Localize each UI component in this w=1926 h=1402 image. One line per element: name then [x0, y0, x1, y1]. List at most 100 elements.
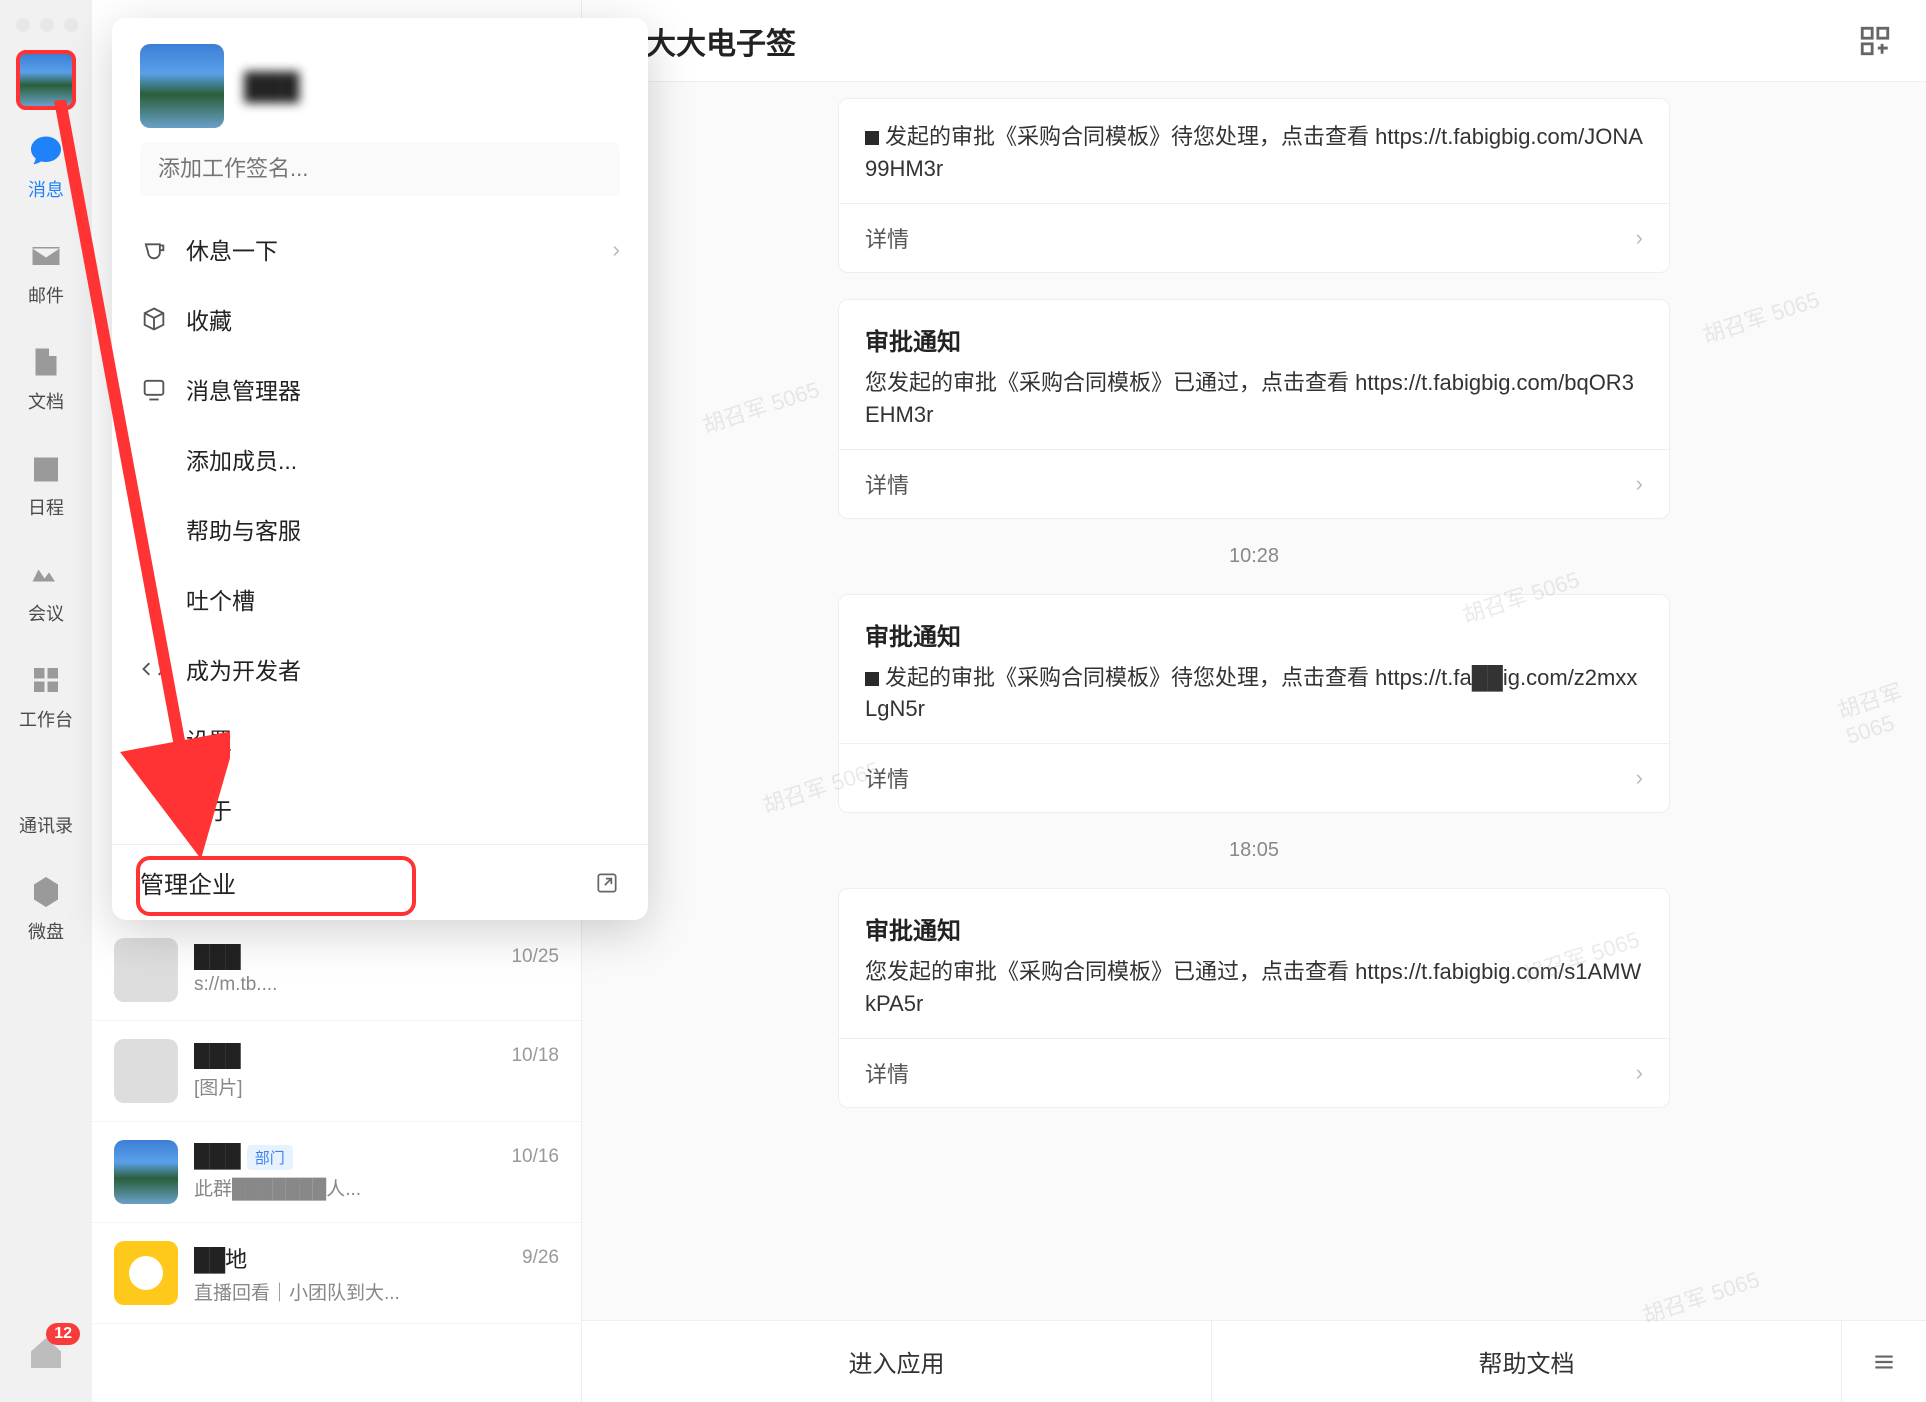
chat-avatar — [114, 1241, 178, 1305]
sidebar-label: 工作台 — [19, 706, 73, 732]
approval-card[interactable]: 审批通知 您发起的审批《采购合同模板》已通过，点击查看 https://t.fa… — [838, 299, 1670, 519]
chat-name: ██地 — [194, 1242, 247, 1274]
sidebar-label: 邮件 — [28, 282, 64, 308]
window-traffic-lights[interactable] — [16, 18, 78, 32]
chat-avatar — [114, 1039, 178, 1103]
user-menu-popover: ███ 休息一下 › 收藏 消息管理器 添加成员... 帮助与客服 吐个槽 成为… — [112, 18, 648, 920]
sidebar-item-disk[interactable]: 微盘 — [26, 872, 66, 944]
chevron-right-icon: › — [1636, 471, 1643, 497]
approval-card[interactable]: 审批通知 发起的审批《采购合同模板》待您处理，点击查看 https://t.fa… — [838, 594, 1670, 814]
enter-app-button[interactable]: 进入应用 — [582, 1321, 1212, 1402]
sidebar-item-meeting[interactable]: 会议 — [26, 554, 66, 626]
card-text: 发起的审批《采购合同模板》待您处理，点击查看 https://t.fa██ig.… — [865, 662, 1643, 726]
chat-list-item[interactable]: ██地 9/26 直播回看｜小团队到大... — [92, 1223, 581, 1324]
chat-list-item[interactable]: ███ 10/18 [图片] — [92, 1021, 581, 1122]
chevron-right-icon: › — [1636, 225, 1643, 251]
sidebar-label: 文档 — [28, 388, 64, 414]
main-panel: 法大大电子签 发起的审批《采购合同模板》待您处理，点击查看 https://t.… — [582, 0, 1926, 1402]
time-separator: 18:05 — [612, 839, 1896, 862]
card-detail-link[interactable]: 详情› — [839, 1038, 1669, 1107]
approval-card[interactable]: 审批通知 您发起的审批《采购合同模板》已通过，点击查看 https://t.fa… — [838, 888, 1670, 1108]
menu-item-help[interactable]: 帮助与客服 — [112, 494, 648, 564]
chat-avatar — [114, 938, 178, 1002]
main-footer: 进入应用 帮助文档 — [582, 1320, 1926, 1402]
chat-date: 10/18 — [511, 1045, 559, 1067]
card-text: 发起的审批《采购合同模板》待您处理，点击查看 https://t.fabigbi… — [865, 121, 1643, 185]
external-link-icon — [594, 870, 620, 896]
meeting-icon — [26, 554, 66, 594]
chat-date: 10/16 — [511, 1146, 559, 1168]
work-signature-input[interactable] — [140, 142, 620, 196]
notification-badge: 12 — [46, 1323, 80, 1345]
chat-preview: 直播回看｜小团队到大... — [194, 1278, 559, 1305]
sidebar-item-mail[interactable]: 邮件 — [26, 236, 66, 308]
menu-item-favorites[interactable]: 收藏 — [112, 284, 648, 354]
card-detail-link[interactable]: 详情› — [839, 203, 1669, 272]
sidebar-item-contacts[interactable]: 通讯录 — [19, 766, 73, 838]
chat-name: ███ — [194, 1043, 241, 1069]
dept-tag: 部门 — [247, 1145, 293, 1170]
chevron-right-icon: › — [1636, 765, 1643, 791]
code-icon — [140, 655, 168, 683]
page-title: 法大大电子签 — [616, 19, 1858, 63]
chevron-right-icon: › — [1636, 1060, 1643, 1086]
card-title: 审批通知 — [865, 617, 1643, 652]
sidebar-label: 会议 — [28, 600, 64, 626]
approval-card[interactable]: 发起的审批《采购合同模板》待您处理，点击查看 https://t.fabigbi… — [838, 98, 1670, 273]
sidebar-label: 微盘 — [28, 918, 64, 944]
menu-item-add-member[interactable]: 添加成员... — [112, 424, 648, 494]
chat-icon — [26, 130, 66, 170]
menu-item-manage-enterprise[interactable]: 管理企业 — [112, 844, 648, 920]
chat-list-item[interactable]: ███部门 10/16 此群███████人... — [92, 1122, 581, 1223]
help-doc-button[interactable]: 帮助文档 — [1212, 1321, 1842, 1402]
card-text: 您发起的审批《采购合同模板》已通过，点击查看 https://t.fabigbi… — [865, 367, 1643, 431]
time-separator: 10:28 — [612, 545, 1896, 568]
chat-preview: 此群███████人... — [194, 1174, 559, 1201]
cup-icon — [140, 235, 168, 263]
msgbox-icon — [140, 375, 168, 403]
menu-icon[interactable] — [1842, 1321, 1926, 1402]
mail-icon — [26, 236, 66, 276]
sidebar-label: 消息 — [28, 176, 64, 202]
card-detail-link[interactable]: 详情› — [839, 449, 1669, 518]
card-title: 审批通知 — [865, 322, 1643, 357]
card-detail-link[interactable]: 详情› — [839, 743, 1669, 812]
card-text: 您发起的审批《采购合同模板》已通过，点击查看 https://t.fabigbi… — [865, 956, 1643, 1020]
chevron-right-icon: › — [612, 236, 620, 263]
menu-item-developer[interactable]: 成为开发者 — [112, 634, 648, 704]
menu-item-feedback[interactable]: 吐个槽 — [112, 564, 648, 634]
sidebar-label: 日程 — [28, 494, 64, 520]
menu-item-rest[interactable]: 休息一下 › — [112, 214, 648, 284]
chat-name: ███部门 — [194, 1143, 293, 1170]
disk-icon — [26, 872, 66, 912]
sidebar-item-docs[interactable]: 文档 — [26, 342, 66, 414]
sidebar-item-messages[interactable]: 消息 — [26, 130, 66, 202]
card-title: 审批通知 — [865, 911, 1643, 946]
sidebar: 消息 邮件 文档 日程 会议 工作台 通讯录 微盘 12 — [0, 0, 92, 1402]
cube-icon — [140, 305, 168, 333]
sidebar-item-workbench[interactable]: 工作台 — [19, 660, 73, 732]
chat-avatar — [114, 1140, 178, 1204]
user-name: ███ — [244, 71, 299, 102]
chat-date: 9/26 — [522, 1247, 559, 1269]
apps-icon[interactable] — [1858, 24, 1892, 58]
sidebar-label: 通讯录 — [19, 812, 73, 838]
menu-item-msg-manager[interactable]: 消息管理器 — [112, 354, 648, 424]
calendar-icon — [26, 448, 66, 488]
doc-icon — [26, 342, 66, 382]
chat-list-item[interactable]: ███ 10/25 s://m.tb.... — [92, 920, 581, 1021]
chat-preview: [图片] — [194, 1073, 559, 1100]
chat-date: 10/25 — [511, 946, 559, 968]
chat-preview: s://m.tb.... — [194, 974, 559, 996]
sidebar-item-calendar[interactable]: 日程 — [26, 448, 66, 520]
grid-icon — [26, 660, 66, 700]
user-avatar-large[interactable] — [140, 44, 224, 128]
user-avatar[interactable] — [16, 50, 76, 110]
message-stream[interactable]: 发起的审批《采购合同模板》待您处理，点击查看 https://t.fabigbi… — [582, 82, 1926, 1320]
chat-name: ███ — [194, 944, 241, 970]
main-header: 法大大电子签 — [582, 0, 1926, 82]
sidebar-home[interactable]: 12 — [26, 1333, 66, 1378]
menu-item-settings[interactable]: 设置 — [112, 704, 648, 774]
menu-item-about[interactable]: 关于 — [112, 774, 648, 844]
contacts-icon — [26, 766, 66, 806]
